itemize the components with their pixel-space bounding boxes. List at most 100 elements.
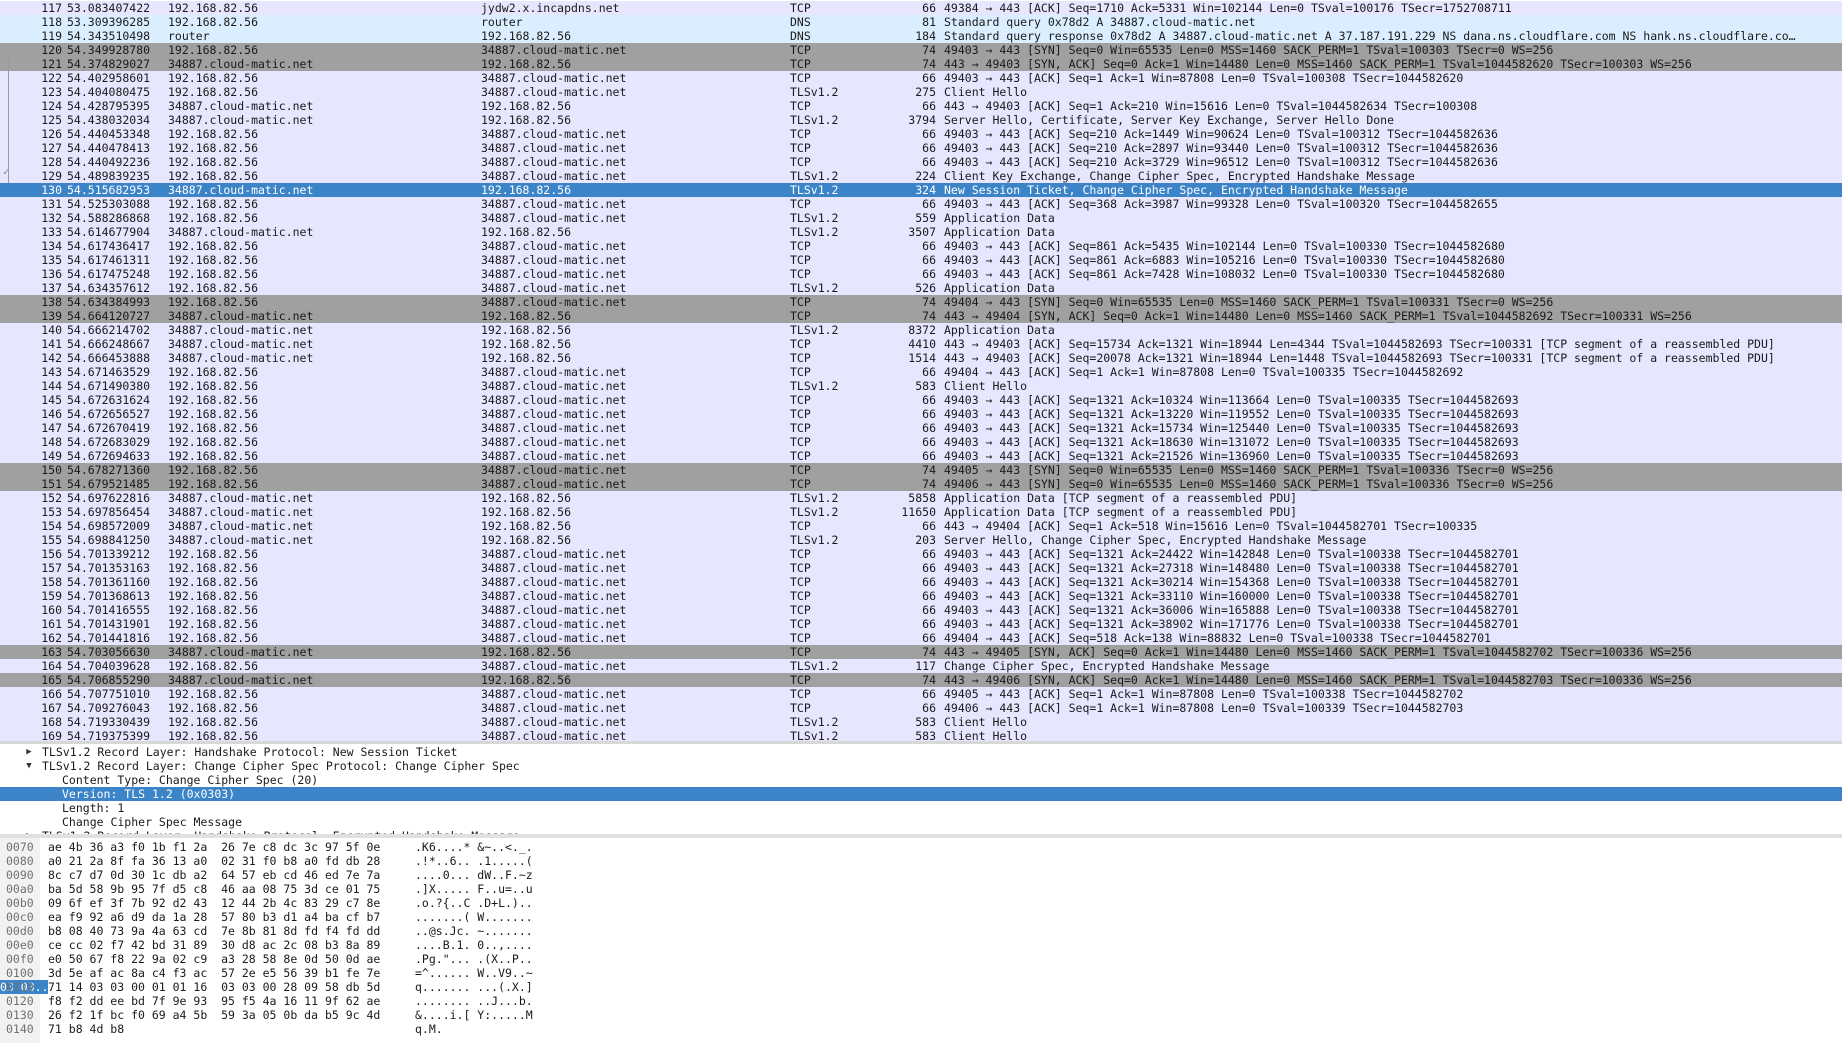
packet-row[interactable]: 125 54.438032034 34887.cloud-matic.net 192.… (0, 113, 1842, 127)
hex-bytes[interactable]: ea f9 92 a6 d9 da 1a 28 57 80 b3 d1 a4 b… (48, 910, 380, 924)
packet-row[interactable]: 141 54.666248667 34887.cloud-matic.net 192.… (0, 337, 1842, 351)
packet-row[interactable]: 138 54.634384993 192.168.82.56 34887.cloud-… (0, 295, 1842, 309)
hex-bytes[interactable]: 8c c7 d7 0d 30 1c db a2 64 57 eb cd 46 e… (48, 868, 380, 882)
expanded-arrow-icon[interactable]: ▼ (22, 759, 36, 773)
hex-bytes[interactable]: b8 08 40 73 9a 4a 63 cd 7e 8b 81 8d fd f… (48, 924, 380, 938)
packet-row[interactable]: 118 53.309396285 192.168.82.56 router DNS 81 S… (0, 15, 1842, 29)
packet-row[interactable]: 159 54.701368613 192.168.82.56 34887.cloud-… (0, 589, 1842, 603)
packet-row[interactable]: 117 53.083407422 192.168.82.56 jydw2.x.inca… (0, 1, 1842, 15)
packet-row[interactable]: 154 54.698572009 34887.cloud-matic.net 192.… (0, 519, 1842, 533)
packet-row[interactable]: 140 54.666214702 34887.cloud-matic.net 192.… (0, 323, 1842, 337)
packet-row[interactable]: 150 54.678271360 192.168.82.56 34887.cloud-… (0, 463, 1842, 477)
packet-row[interactable]: 129 54.489839235 192.168.82.56 34887.cloud-… (0, 169, 1842, 183)
packet-row[interactable]: 132 54.588286868 192.168.82.56 34887.cloud-… (0, 211, 1842, 225)
hex-dump-row[interactable]: 0110 71 14 03 03 00 01 01 16 03 03 00 28 … (0, 980, 533, 994)
hex-bytes[interactable]: ce cc 02 f7 42 bd 31 89 30 d8 ac 2c 08 b… (48, 938, 380, 952)
ascii-bytes[interactable]: q....... ...(.X.] (415, 980, 533, 994)
packet-row[interactable]: 147 54.672670419 192.168.82.56 34887.cloud-… (0, 421, 1842, 435)
packet-row[interactable]: 169 54.719375399 192.168.82.56 34887.cloud-… (0, 729, 1842, 741)
packet-row[interactable]: 136 54.617475248 192.168.82.56 34887.cloud-… (0, 267, 1842, 281)
packet-protocol: TCP (790, 631, 811, 645)
packet-row[interactable]: 163 54.703056630 34887.cloud-matic.net 192.… (0, 645, 1842, 659)
detail-item[interactable]: Length: 1 (0, 801, 1842, 815)
packet-row[interactable]: 167 54.709276043 192.168.82.56 34887.cloud-… (0, 701, 1842, 715)
hex-bytes[interactable]: ba 5d 58 9b 95 7f d5 c8 46 aa 08 75 3d c… (48, 882, 380, 896)
packet-row[interactable]: 164 54.704039628 192.168.82.56 34887.cloud-… (0, 659, 1842, 673)
packet-length: 1514 (908, 351, 936, 365)
packet-row[interactable]: 148 54.672683029 192.168.82.56 34887.cloud-… (0, 435, 1842, 449)
packet-row[interactable]: 131 54.525303088 192.168.82.56 34887.cloud-… (0, 197, 1842, 211)
packet-row[interactable]: 124 54.428795395 34887.cloud-matic.net 192.… (0, 99, 1842, 113)
packet-row[interactable]: 121 54.374829027 34887.cloud-matic.net 192.… (0, 57, 1842, 71)
packet-protocol: TCP (790, 1, 811, 15)
packet-row[interactable]: 135 54.617461311 192.168.82.56 34887.cloud-… (0, 253, 1842, 267)
packet-row[interactable]: 133 54.614677904 34887.cloud-matic.net 192.… (0, 225, 1842, 239)
hex-bytes[interactable]: 26 f2 1f bc f0 69 a4 5b 59 3a 05 0b da b… (48, 1008, 380, 1022)
packet-row[interactable]: 161 54.701431901 192.168.82.56 34887.cloud-… (0, 617, 1842, 631)
collapsed-arrow-icon[interactable]: ▶ (22, 745, 36, 759)
packet-row[interactable]: 139 54.664120727 34887.cloud-matic.net 192.… (0, 309, 1842, 323)
detail-item[interactable]: Content Type: Change Cipher Spec (20) (0, 773, 1842, 787)
ascii-bytes[interactable]: .K6....* &~..<._. (415, 840, 533, 854)
hex-bytes[interactable]: 71 14 03 03 00 01 01 16 03 03 00 28 09 5… (48, 980, 380, 994)
hex-bytes[interactable]: 09 6f ef 3f 7b 92 d2 43 12 44 2b 4c 83 2… (48, 896, 380, 910)
ascii-bytes[interactable]: .!*..6.. .1.....( (415, 854, 533, 868)
packet-row[interactable]: 119 54.343510498 router 192.168.82.56 DNS 184… (0, 29, 1842, 43)
ascii-bytes[interactable]: .o.?{..C .D+L.).. (415, 896, 533, 910)
packet-row[interactable]: 166 54.707751010 192.168.82.56 34887.cloud-… (0, 687, 1842, 701)
hex-bytes[interactable]: e0 50 67 f8 22 9a 02 c9 a3 28 58 8e 0d 5… (48, 952, 380, 966)
packet-row[interactable]: 146 54.672656527 192.168.82.56 34887.cloud-… (0, 407, 1842, 421)
ascii-bytes[interactable]: .......( W....... (415, 910, 533, 924)
packet-row[interactable]: 120 54.349928780 192.168.82.56 34887.cloud-… (0, 43, 1842, 57)
detail-item[interactable]: ▼ TLSv1.2 Record Layer: Change Cipher Spe… (0, 759, 1842, 773)
packet-row[interactable]: 145 54.672631624 192.168.82.56 34887.cloud-… (0, 393, 1842, 407)
packet-row[interactable]: 152 54.697622816 34887.cloud-matic.net 192.… (0, 491, 1842, 505)
hex-bytes[interactable]: ae 4b 36 a3 f0 1b f1 2a 26 7e c8 dc 3c 9… (48, 840, 380, 854)
packet-row[interactable]: 155 54.698841250 34887.cloud-matic.net 192.… (0, 533, 1842, 547)
hex-bytes[interactable]: f8 f2 dd ee bd 7f 9e 93 95 f5 4a 16 11 9… (48, 994, 380, 1008)
packet-row[interactable]: 156 54.701339212 192.168.82.56 34887.cloud-… (0, 547, 1842, 561)
packet-destination: 34887.cloud-matic.net (481, 393, 627, 407)
packet-list[interactable]: 117 53.083407422 192.168.82.56 jydw2.x.inca… (0, 0, 1842, 741)
detail-item[interactable]: ▶ TLSv1.2 Record Layer: Handshake Protoco… (0, 745, 1842, 759)
packet-row[interactable]: 158 54.701361160 192.168.82.56 34887.cloud-… (0, 575, 1842, 589)
packet-source: 192.168.82.56 (168, 729, 259, 741)
hex-bytes[interactable]: 3d 5e af ac 8a c4 f3 ac 57 2e e5 56 39 b… (48, 966, 380, 980)
packet-row[interactable]: 122 54.402958601 192.168.82.56 34887.cloud-… (0, 71, 1842, 85)
packet-row[interactable]: 123 54.404080475 192.168.82.56 34887.cloud-… (0, 85, 1842, 99)
ascii-bytes[interactable]: ........ ..J...b. (415, 994, 533, 1008)
packet-row[interactable]: 137 54.634357612 192.168.82.56 34887.cloud-… (0, 281, 1842, 295)
ascii-bytes[interactable]: &....i.[ Y:.....M (415, 1008, 533, 1022)
packet-row[interactable]: 151 54.679521485 192.168.82.56 34887.cloud-… (0, 477, 1842, 491)
packet-row[interactable]: 162 54.701441816 192.168.82.56 34887.cloud-… (0, 631, 1842, 645)
packet-row[interactable]: 126 54.440453348 192.168.82.56 34887.cloud-… (0, 127, 1842, 141)
packet-row[interactable]: 149 54.672694633 192.168.82.56 34887.cloud-… (0, 449, 1842, 463)
detail-item[interactable]: Change Cipher Spec Message (0, 815, 1842, 829)
packet-row[interactable]: 144 54.671490380 192.168.82.56 34887.cloud-… (0, 379, 1842, 393)
packet-row[interactable]: 143 54.671463529 192.168.82.56 34887.cloud-… (0, 365, 1842, 379)
packet-row[interactable]: 168 54.719330439 192.168.82.56 34887.cloud-… (0, 715, 1842, 729)
packet-row[interactable]: 128 54.440492236 192.168.82.56 34887.cloud-… (0, 155, 1842, 169)
packet-row[interactable]: 142 54.666453888 34887.cloud-matic.net 192.… (0, 351, 1842, 365)
packet-time: 54.672683029 (67, 435, 151, 449)
ascii-bytes[interactable]: q.M. (415, 1022, 443, 1036)
byte-offset: 00f0 (6, 952, 34, 966)
packet-row[interactable]: 127 54.440478413 192.168.82.56 34887.cloud-… (0, 141, 1842, 155)
detail-item-selected[interactable]: Version: TLS 1.2 (0x0303) (0, 787, 1842, 801)
ascii-bytes[interactable]: =^...... W..V9..~ (415, 966, 533, 980)
packet-row[interactable]: 153 54.697856454 34887.cloud-matic.net 192.… (0, 505, 1842, 519)
ascii-bytes[interactable]: ....0... dW..F.~z (415, 868, 533, 882)
ascii-bytes[interactable]: .]X..... F..u=..u (415, 882, 533, 896)
packet-row[interactable]: 134 54.617436417 192.168.82.56 34887.cloud-… (0, 239, 1842, 253)
packet-bytes-pane[interactable]: 0070 ae 4b 36 a3 f0 1b f1 2a 26 7e c8 dc … (0, 838, 1842, 1043)
packet-row-selected[interactable]: 130 54.515682953 34887.cloud-matic.net 192.… (0, 183, 1842, 197)
packet-row[interactable]: 165 54.706855290 34887.cloud-matic.net 192.… (0, 673, 1842, 687)
hex-bytes[interactable]: 71 b8 4d b8 (48, 1022, 124, 1036)
packet-row[interactable]: 160 54.701416555 192.168.82.56 34887.cloud-… (0, 603, 1842, 617)
hex-bytes[interactable]: a0 21 2a 8f fa 36 13 a0 02 31 f0 b8 a0 f… (48, 854, 380, 868)
ascii-bytes[interactable]: ....B.1. 0..,.... (415, 938, 533, 952)
ascii-bytes[interactable]: ..@s.Jc. ~....... (415, 924, 533, 938)
ascii-bytes[interactable]: .Pg."... .(X..P.. (415, 952, 533, 966)
packet-row[interactable]: 157 54.701353163 192.168.82.56 34887.cloud-… (0, 561, 1842, 575)
packet-details-tree[interactable]: ▶ TLSv1.2 Record Layer: Handshake Protoco… (0, 744, 1842, 834)
